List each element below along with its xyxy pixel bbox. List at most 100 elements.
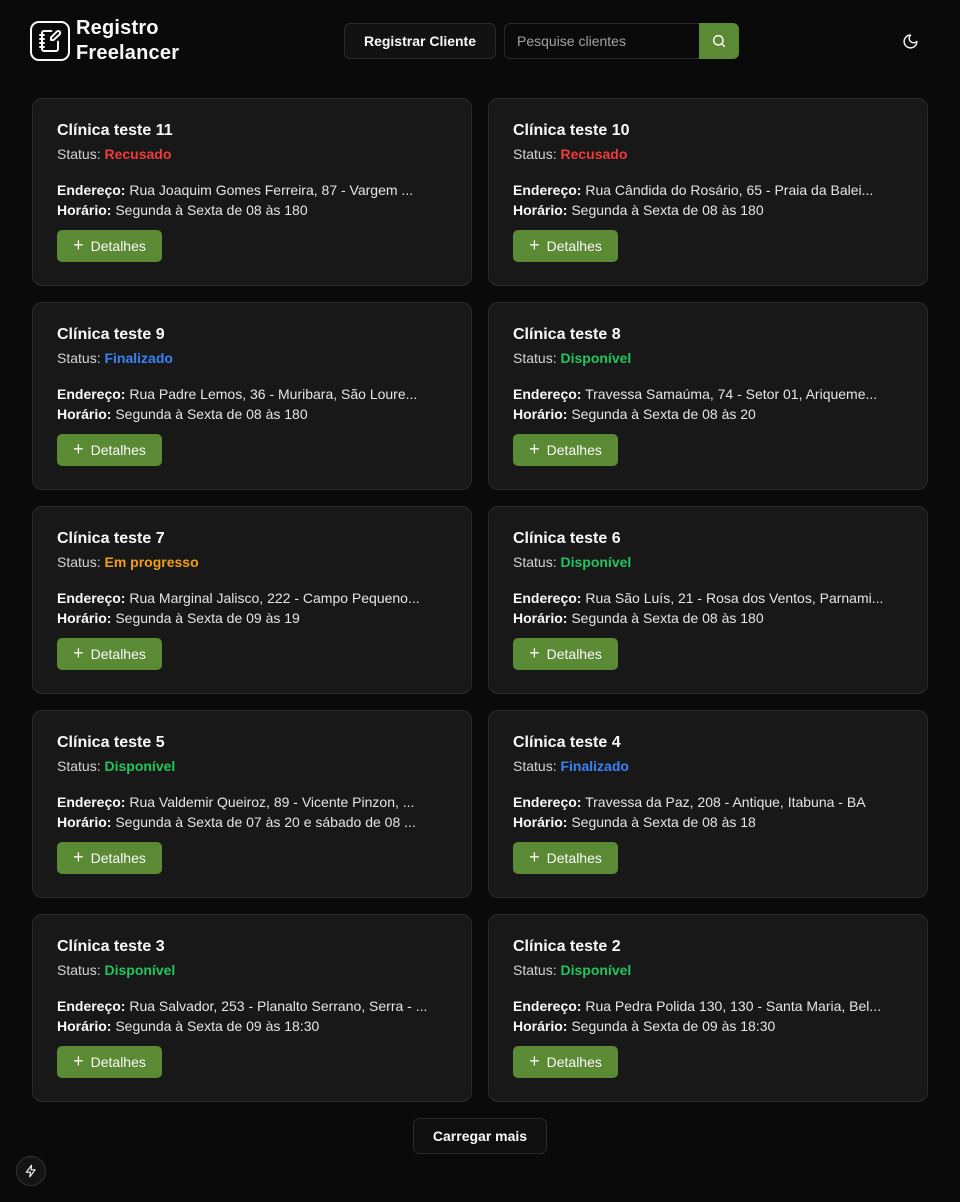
app-header: Registro Freelancer Registrar Cliente: [0, 0, 960, 82]
address-value: Rua São Luís, 21 - Rosa dos Ventos, Parn…: [585, 590, 884, 606]
hours-label: Horário:: [57, 406, 112, 422]
search-input[interactable]: [504, 23, 699, 59]
card-address: Endereço: Rua Joaquim Gomes Ferreira, 87…: [57, 180, 449, 200]
card-hours: Horário: Segunda à Sexta de 08 às 180: [57, 200, 449, 220]
details-button[interactable]: + Detalhes: [513, 1046, 618, 1078]
address-label: Endereço:: [513, 998, 582, 1014]
address-value: Rua Valdemir Queiroz, 89 - Vicente Pinzo…: [129, 794, 415, 810]
search-icon: [712, 34, 726, 48]
brand-name: Registro Freelancer: [76, 17, 180, 64]
client-card: Clínica teste 4 Status: Finalizado Endereç…: [488, 710, 928, 898]
details-label: Detalhes: [90, 1054, 146, 1070]
status-badge: Disponível: [560, 962, 632, 978]
status-badge: Em progresso: [104, 554, 199, 570]
card-hours: Horário: Segunda à Sexta de 08 às 18: [513, 812, 905, 832]
hours-label: Horário:: [57, 1018, 112, 1034]
details-button[interactable]: + Detalhes: [513, 434, 618, 466]
status-label: Status:: [513, 554, 557, 570]
card-address: Endereço: Rua Salvador, 253 - Planalto S…: [57, 996, 449, 1016]
details-button[interactable]: + Detalhes: [513, 230, 618, 262]
address-label: Endereço:: [57, 590, 126, 606]
card-title: Clínica teste 4: [513, 734, 621, 751]
address-value: Travessa Samaúma, 74 - Setor 01, Arique­…: [585, 386, 878, 402]
card-status: Status: Disponível: [57, 960, 447, 980]
hours-label: Horário:: [57, 202, 112, 218]
status-badge: Disponível: [104, 962, 176, 978]
card-address: Endereço: Rua Padre Lemos, 36 - Muribara…: [57, 384, 449, 404]
details-label: Detalhes: [90, 442, 146, 458]
client-grid: Clínica teste 11 Status: Recusado Endereço…: [32, 98, 928, 1102]
hours-label: Horário:: [513, 406, 568, 422]
card-status: Status: Finalizado: [57, 348, 447, 368]
address-value: Rua Joaquim Gomes Ferreira, 87 - Vargem …: [129, 182, 414, 198]
details-button[interactable]: + Detalhes: [513, 842, 618, 874]
hours-label: Horário:: [513, 610, 568, 626]
card-hours: Horário: Segunda à Sexta de 07 às 20 e s…: [57, 812, 449, 832]
quick-action-button[interactable]: [16, 1156, 46, 1186]
card-status: Status: Recusado: [57, 144, 447, 164]
hours-value: Segunda à Sexta de 09 às 18:30: [571, 1018, 776, 1034]
details-button[interactable]: + Detalhes: [57, 230, 162, 262]
plus-icon: +: [529, 1051, 540, 1071]
client-card: Clínica teste 8 Status: Disponível Endereç…: [488, 302, 928, 490]
client-card: Clínica teste 9 Status: Finalizado Endereç…: [32, 302, 472, 490]
address-label: Endereço:: [513, 794, 582, 810]
address-label: Endereço:: [513, 386, 582, 402]
card-status: Status: Em progresso: [57, 552, 447, 572]
card-hours: Horário: Segunda à Sexta de 09 às 19: [57, 608, 449, 628]
search-button[interactable]: [699, 23, 739, 59]
hours-label: Horário:: [57, 814, 112, 830]
address-label: Endereço:: [57, 998, 126, 1014]
details-label: Detalhes: [90, 646, 146, 662]
card-address: Endereço: Travessa da Paz, 208 - Antique…: [513, 792, 905, 812]
register-client-button[interactable]: Registrar Cliente: [344, 23, 496, 59]
client-card: Clínica teste 5 Status: Disponível Endereç…: [32, 710, 472, 898]
details-button[interactable]: + Detalhes: [57, 1046, 162, 1078]
hours-label: Horário:: [57, 610, 112, 626]
status-label: Status:: [513, 146, 557, 162]
details-button[interactable]: + Detalhes: [513, 638, 618, 670]
details-label: Detalhes: [546, 646, 602, 662]
client-card: Clínica teste 2 Status: Disponível Endereç…: [488, 914, 928, 1102]
status-label: Status:: [513, 758, 557, 774]
hours-value: Segunda à Sexta de 07 às 20 e sábado de …: [115, 814, 416, 830]
lightning-icon: [25, 1164, 36, 1178]
card-title: Clínica teste 7: [57, 530, 165, 547]
details-button[interactable]: + Detalhes: [57, 434, 162, 466]
plus-icon: +: [73, 643, 84, 663]
status-badge: Recusado: [104, 146, 172, 162]
hours-label: Horário:: [513, 814, 568, 830]
card-address: Endereço: Rua São Luís, 21 - Rosa dos Ve…: [513, 588, 905, 608]
plus-icon: +: [529, 235, 540, 255]
client-card: Clínica teste 3 Status: Disponível Endereç…: [32, 914, 472, 1102]
load-more-button[interactable]: Carregar mais: [413, 1118, 547, 1154]
details-label: Detalhes: [546, 850, 602, 866]
brand-logo[interactable]: Registro Freelancer: [30, 16, 206, 66]
details-label: Detalhes: [546, 238, 602, 254]
details-button[interactable]: + Detalhes: [57, 638, 162, 670]
card-status: Status: Disponível: [513, 552, 903, 572]
card-address: Endereço: Rua Cândida do Rosário, 65 - P…: [513, 180, 905, 200]
plus-icon: +: [73, 1051, 84, 1071]
plus-icon: +: [73, 847, 84, 867]
hours-label: Horário:: [513, 1018, 568, 1034]
hours-value: Segunda à Sexta de 08 às 180: [571, 610, 764, 626]
status-badge: Recusado: [560, 146, 628, 162]
address-value: Rua Marginal Jalisco, 222 - Campo Pequen…: [129, 590, 420, 606]
card-address: Endereço: Rua Valdemir Queiroz, 89 - Vic…: [57, 792, 449, 812]
details-label: Detalhes: [90, 850, 146, 866]
card-title: Clínica teste 5: [57, 734, 165, 751]
hours-label: Horário:: [513, 202, 568, 218]
card-title: Clínica teste 6: [513, 530, 621, 547]
status-label: Status:: [57, 146, 101, 162]
status-label: Status:: [57, 758, 101, 774]
client-card: Clínica teste 6 Status: Disponível Endereç…: [488, 506, 928, 694]
theme-toggle-button[interactable]: [896, 27, 924, 55]
status-badge: Disponível: [560, 350, 632, 366]
address-label: Endereço:: [513, 590, 582, 606]
plus-icon: +: [529, 439, 540, 459]
details-button[interactable]: + Detalhes: [57, 842, 162, 874]
card-title: Clínica teste 3: [57, 938, 165, 955]
card-hours: Horário: Segunda à Sexta de 08 às 20: [513, 404, 905, 424]
address-value: Rua Salvador, 253 - Planalto Serrano, Se…: [129, 998, 428, 1014]
